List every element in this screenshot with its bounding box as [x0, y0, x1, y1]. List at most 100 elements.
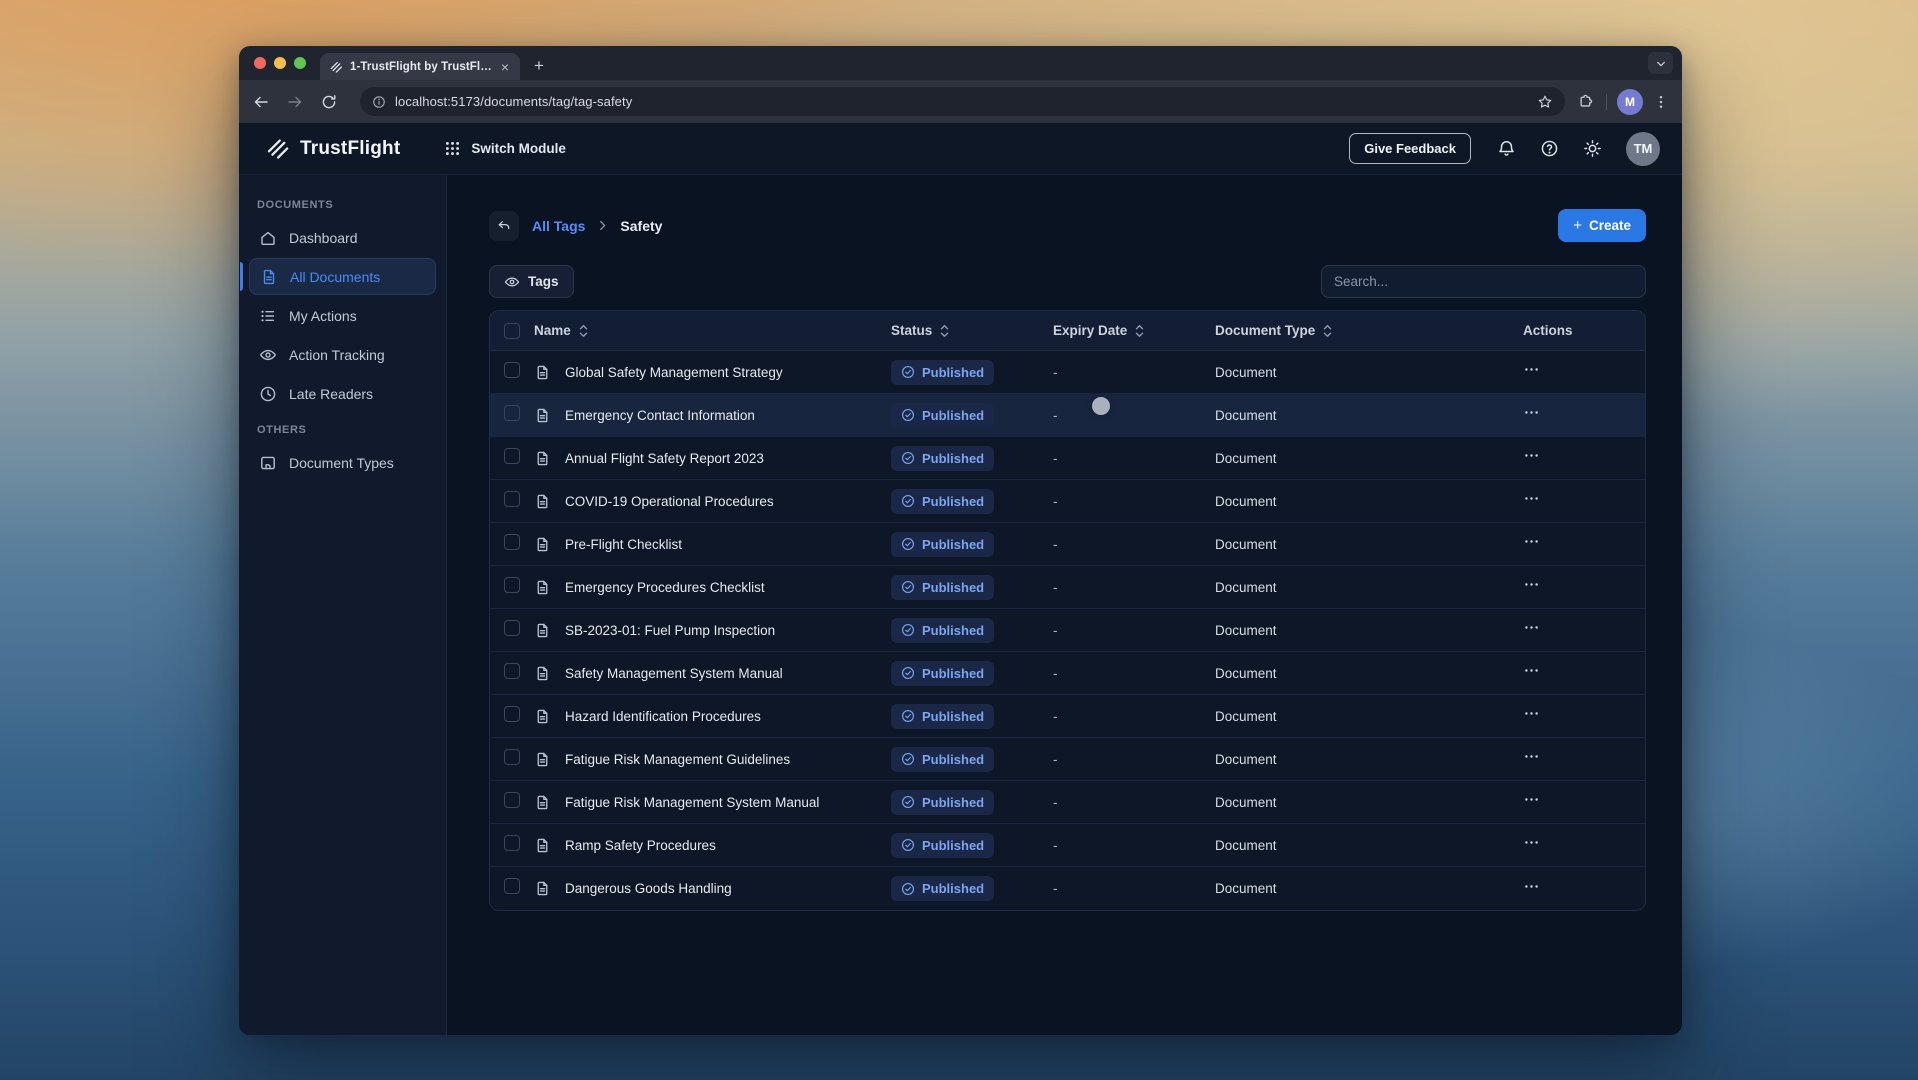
sidebar-item-document-types[interactable]: Document Types [249, 444, 436, 481]
sort-icon[interactable] [1134, 324, 1145, 338]
back-icon[interactable] [252, 93, 270, 111]
expiry-date: - [1053, 665, 1058, 681]
give-feedback-button[interactable]: Give Feedback [1349, 133, 1471, 164]
row-checkbox[interactable] [504, 748, 520, 765]
document-name: Fatigue Risk Management Guidelines [565, 751, 791, 767]
row-actions-button[interactable] [1523, 662, 1540, 679]
row-actions-button[interactable] [1523, 878, 1540, 895]
tab-search-button[interactable] [1648, 52, 1673, 74]
table-row[interactable]: Emergency Procedures Checklist Published… [490, 566, 1645, 609]
table-row[interactable]: Dangerous Goods Handling Published - Doc… [490, 867, 1645, 910]
column-header-name[interactable]: Name [534, 323, 891, 338]
select-all-checkbox[interactable] [504, 322, 520, 339]
row-actions-button[interactable] [1523, 576, 1540, 593]
browser-profile-avatar[interactable]: M [1617, 88, 1643, 115]
column-header-expiry-date[interactable]: Expiry Date [1053, 323, 1215, 338]
status-label: Published [922, 536, 985, 552]
chevron-down-icon [1655, 57, 1667, 69]
sidebar-item-action-tracking[interactable]: Action Tracking [249, 336, 436, 373]
sidebar-item-all-documents[interactable]: All Documents [240, 258, 436, 295]
row-actions-button[interactable] [1523, 619, 1540, 636]
app-header: TrustFlight Switch Module Give Feedback … [239, 123, 1682, 175]
table-row[interactable]: Fatigue Risk Management System Manual Pu… [490, 781, 1645, 824]
new-tab-button[interactable]: + [534, 57, 544, 74]
document-name: COVID-19 Operational Procedures [565, 493, 774, 509]
sidebar-item-my-actions[interactable]: My Actions [249, 297, 436, 334]
tags-button[interactable]: Tags [489, 265, 574, 298]
document-type: Document [1215, 751, 1277, 767]
close-window-button[interactable] [254, 57, 266, 69]
row-actions-button[interactable] [1523, 361, 1540, 378]
sidebar-item-dashboard[interactable]: Dashboard [249, 219, 436, 256]
row-checkbox[interactable] [504, 705, 520, 722]
sort-icon[interactable] [578, 324, 589, 338]
row-actions-button[interactable] [1523, 490, 1540, 507]
extensions-icon[interactable] [1577, 93, 1594, 110]
row-checkbox[interactable] [504, 619, 520, 636]
browser-menu-icon[interactable] [1653, 94, 1669, 110]
file-icon [534, 708, 551, 725]
table-row[interactable]: Fatigue Risk Management Guidelines Publi… [490, 738, 1645, 781]
bookmark-star-icon[interactable] [1537, 94, 1553, 110]
table-row[interactable]: Hazard Identification Procedures Publish… [490, 695, 1645, 738]
document-type: Document [1215, 665, 1277, 681]
url-bar[interactable]: localhost:5173/documents/tag/tag-safety [360, 87, 1565, 116]
table-row[interactable]: Global Safety Management Strategy Publis… [490, 351, 1645, 394]
row-actions-button[interactable] [1523, 533, 1540, 550]
expiry-date: - [1053, 881, 1058, 896]
breadcrumb-parent-link[interactable]: All Tags [532, 218, 585, 234]
sort-icon[interactable] [1322, 324, 1333, 338]
table-row[interactable]: SB-2023-01: Fuel Pump Inspection Publish… [490, 609, 1645, 652]
theme-sun-icon[interactable] [1583, 139, 1602, 158]
column-header-document-type[interactable]: Document Type [1215, 323, 1523, 338]
module-grid-icon[interactable] [444, 140, 461, 157]
row-checkbox[interactable] [504, 834, 520, 851]
check-circle-icon [901, 494, 915, 508]
status-badge: Published [891, 876, 995, 901]
row-checkbox[interactable] [504, 447, 520, 464]
sort-icon[interactable] [939, 324, 950, 338]
breadcrumb-back-button[interactable] [489, 210, 519, 241]
status-label: Published [922, 837, 985, 853]
row-checkbox[interactable] [504, 791, 520, 808]
help-icon[interactable] [1540, 139, 1559, 158]
zoom-window-button[interactable] [294, 57, 306, 69]
row-actions-button[interactable] [1523, 447, 1540, 464]
row-actions-button[interactable] [1523, 404, 1540, 421]
column-header-status[interactable]: Status [891, 323, 1053, 338]
row-checkbox[interactable] [504, 533, 520, 550]
sidebar-item-late-readers[interactable]: Late Readers [249, 375, 436, 412]
row-checkbox[interactable] [504, 576, 520, 593]
table-row[interactable]: Ramp Safety Procedures Published - Docum… [490, 824, 1645, 867]
row-checkbox[interactable] [504, 662, 520, 679]
table-row[interactable]: COVID-19 Operational Procedures Publishe… [490, 480, 1645, 523]
browser-tab[interactable]: 1-TrustFlight by TrustFlight × [320, 53, 520, 80]
table-row[interactable]: Emergency Contact Information Published … [490, 394, 1645, 437]
status-badge: Published [891, 574, 995, 600]
row-checkbox[interactable] [504, 361, 520, 378]
minimize-window-button[interactable] [274, 57, 286, 69]
tab-close-icon[interactable]: × [499, 60, 511, 74]
table-row[interactable]: Annual Flight Safety Report 2023 Publish… [490, 437, 1645, 480]
reload-icon[interactable] [320, 93, 338, 111]
table-header-row: Name Status Expiry Date Document Type Ac… [490, 311, 1645, 351]
row-actions-button[interactable] [1523, 791, 1540, 808]
sidebar-item-label: Action Tracking [289, 346, 385, 363]
create-button[interactable]: + Create [1558, 209, 1646, 242]
expiry-date: - [1053, 407, 1058, 423]
row-checkbox[interactable] [504, 878, 520, 894]
site-info-icon[interactable] [372, 95, 386, 109]
table-row[interactable]: Pre-Flight Checklist Published - Documen… [490, 523, 1645, 566]
row-checkbox[interactable] [504, 404, 520, 421]
notifications-bell-icon[interactable] [1497, 139, 1516, 158]
user-avatar[interactable]: TM [1626, 131, 1660, 166]
row-checkbox[interactable] [504, 490, 520, 507]
row-actions-button[interactable] [1523, 748, 1540, 765]
switch-module-button[interactable]: Switch Module [471, 141, 566, 156]
search-input[interactable] [1321, 265, 1646, 298]
status-label: Published [922, 708, 985, 724]
forward-icon[interactable] [286, 93, 304, 111]
table-row[interactable]: Safety Management System Manual Publishe… [490, 652, 1645, 695]
row-actions-button[interactable] [1523, 834, 1540, 851]
row-actions-button[interactable] [1523, 705, 1540, 722]
